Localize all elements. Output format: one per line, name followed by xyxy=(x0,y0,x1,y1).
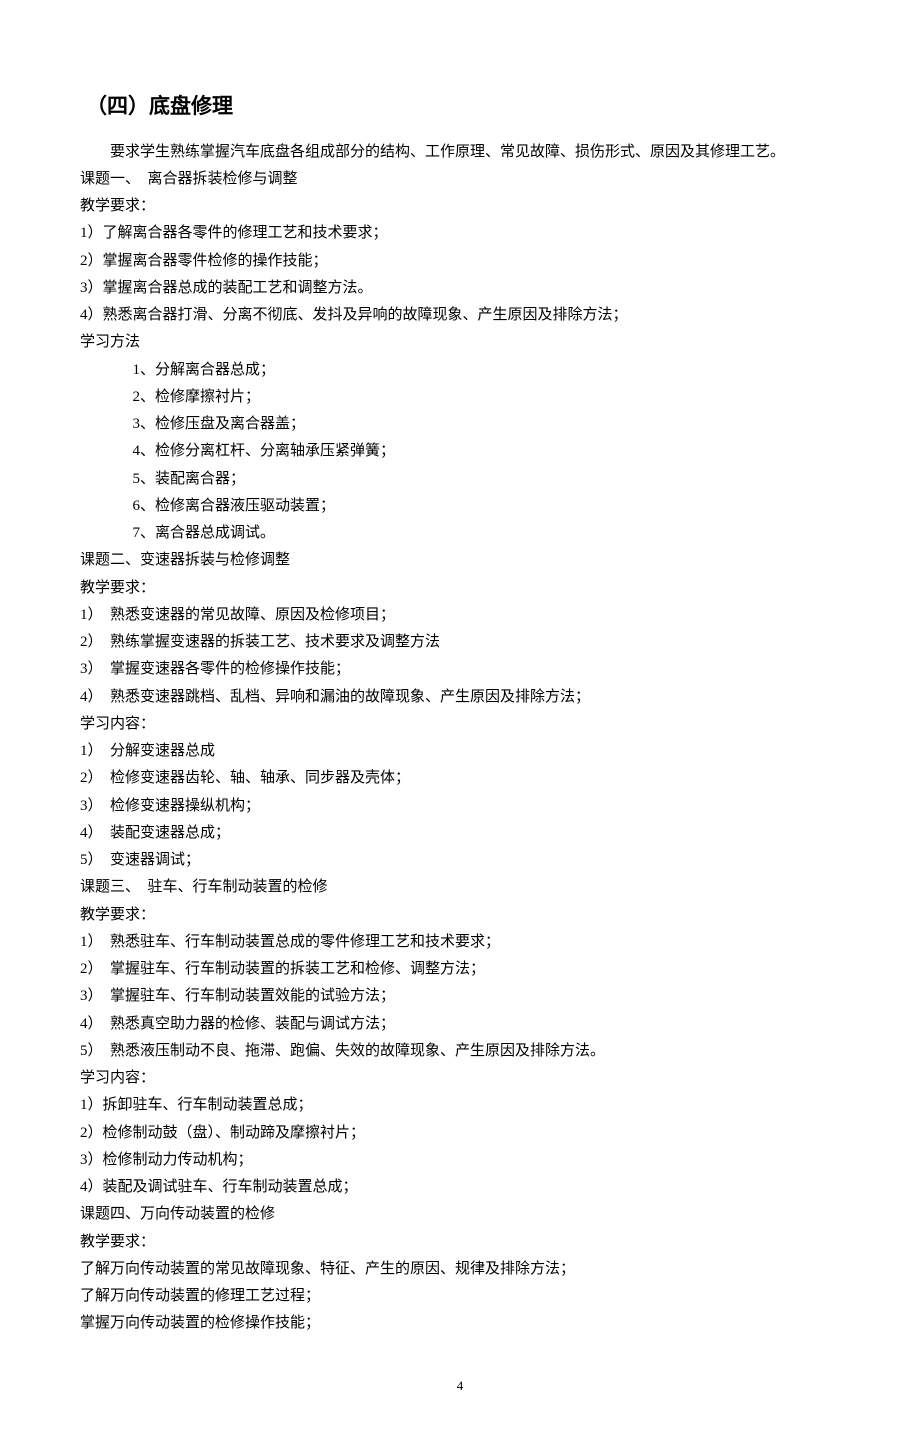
topic1-method-label: 学习方法 xyxy=(80,331,840,354)
topic3-title: 课题三、 驻车、行车制动装置的检修 xyxy=(80,876,840,899)
topic3-req-item: 3） 掌握驻车、行车制动装置效能的试验方法； xyxy=(80,985,840,1008)
topic2-req-item: 2） 熟练掌握变速器的拆装工艺、技术要求及调整方法 xyxy=(80,631,840,654)
topic1-method-item: 6、检修离合器液压驱动装置； xyxy=(80,495,840,518)
topic3-req-item: 4） 熟悉真空助力器的检修、装配与调试方法； xyxy=(80,1013,840,1036)
topic1-method-item: 7、离合器总成调试。 xyxy=(80,522,840,545)
topic1-method-item: 2、检修摩擦衬片； xyxy=(80,386,840,409)
topic2-content-item: 5） 变速器调试； xyxy=(80,849,840,872)
topic3-content-item: 4）装配及调试驻车、行车制动装置总成； xyxy=(80,1176,840,1199)
topic2-req-item: 4） 熟悉变速器跳档、乱档、异响和漏油的故障现象、产生原因及排除方法； xyxy=(80,686,840,709)
topic3-req-item: 1） 熟悉驻车、行车制动装置总成的零件修理工艺和技术要求； xyxy=(80,931,840,954)
topic3-req-label: 教学要求： xyxy=(80,904,840,927)
section-heading: （四）底盘修理 xyxy=(86,90,840,123)
topic4-req-item: 了解万向传动装置的常见故障现象、特征、产生的原因、规律及排除方法； xyxy=(80,1258,840,1281)
topic2-content-label: 学习内容： xyxy=(80,713,840,736)
topic1-req-item: 1）了解离合器各零件的修理工艺和技术要求； xyxy=(80,222,840,245)
intro-paragraph: 要求学生熟练掌握汽车底盘各组成部分的结构、工作原理、常见故障、损伤形式、原因及其… xyxy=(80,141,840,164)
topic1-req-item: 4）熟悉离合器打滑、分离不彻底、发抖及异响的故障现象、产生原因及排除方法； xyxy=(80,304,840,327)
topic1-method-item: 4、检修分离杠杆、分离轴承压紧弹簧； xyxy=(80,440,840,463)
topic1-req-item: 3）掌握离合器总成的装配工艺和调整方法。 xyxy=(80,277,840,300)
topic2-content-item: 3） 检修变速器操纵机构； xyxy=(80,795,840,818)
page-number: 4 xyxy=(80,1376,840,1396)
topic1-title: 课题一、 离合器拆装检修与调整 xyxy=(80,168,840,191)
topic4-req-item: 掌握万向传动装置的检修操作技能； xyxy=(80,1312,840,1335)
topic2-content-item: 2） 检修变速器齿轮、轴、轴承、同步器及壳体； xyxy=(80,767,840,790)
topic3-content-label: 学习内容： xyxy=(80,1067,840,1090)
topic1-method-item: 5、装配离合器； xyxy=(80,468,840,491)
topic2-content-item: 1） 分解变速器总成 xyxy=(80,740,840,763)
topic3-content-item: 3）检修制动力传动机构； xyxy=(80,1149,840,1172)
topic2-content-item: 4） 装配变速器总成； xyxy=(80,822,840,845)
topic4-req-item: 了解万向传动装置的修理工艺过程； xyxy=(80,1285,840,1308)
topic3-req-item: 2） 掌握驻车、行车制动装置的拆装工艺和检修、调整方法； xyxy=(80,958,840,981)
topic3-content-item: 1）拆卸驻车、行车制动装置总成； xyxy=(80,1094,840,1117)
topic1-req-item: 2）掌握离合器零件检修的操作技能； xyxy=(80,250,840,273)
topic2-req-item: 3） 掌握变速器各零件的检修操作技能； xyxy=(80,658,840,681)
topic4-title: 课题四、万向传动装置的检修 xyxy=(80,1203,840,1226)
topic3-req-item: 5） 熟悉液压制动不良、拖滞、跑偏、失效的故障现象、产生原因及排除方法。 xyxy=(80,1040,840,1063)
topic1-method-item: 1、分解离合器总成； xyxy=(80,359,840,382)
topic3-content-item: 2）检修制动鼓（盘）、制动蹄及摩擦衬片； xyxy=(80,1122,840,1145)
topic1-method-item: 3、检修压盘及离合器盖； xyxy=(80,413,840,436)
topic2-req-item: 1） 熟悉变速器的常见故障、原因及检修项目； xyxy=(80,604,840,627)
topic2-req-label: 教学要求： xyxy=(80,577,840,600)
topic4-req-label: 教学要求： xyxy=(80,1231,840,1254)
topic1-req-label: 教学要求： xyxy=(80,195,840,218)
topic2-title: 课题二、变速器拆装与检修调整 xyxy=(80,549,840,572)
